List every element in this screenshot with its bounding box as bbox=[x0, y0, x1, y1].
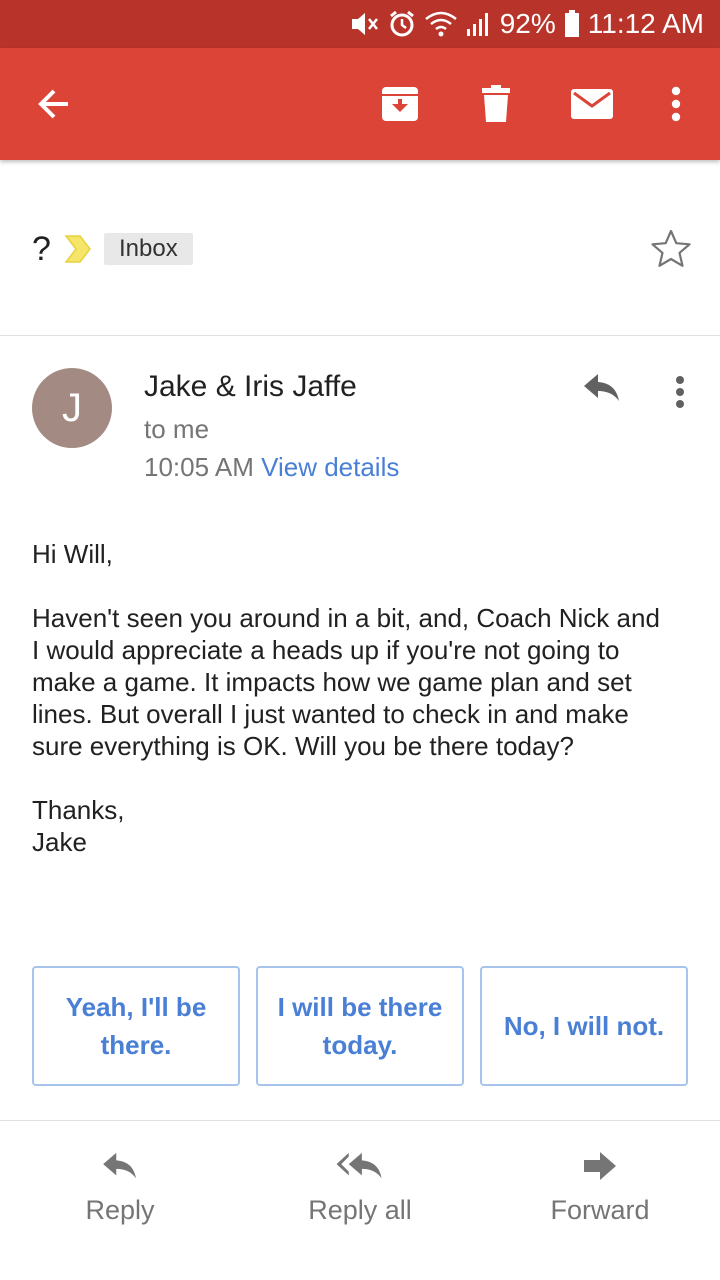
message-more-button[interactable] bbox=[658, 364, 702, 420]
body-line: I would appreciate a heads up if you're … bbox=[32, 635, 620, 665]
reply-button[interactable]: Reply bbox=[20, 1151, 220, 1251]
received-time: 10:05 AM bbox=[144, 452, 254, 482]
time-row: 10:05 AM View details bbox=[144, 452, 399, 483]
trash-icon bbox=[482, 85, 510, 122]
email-subject: ? bbox=[32, 230, 51, 268]
smart-reply-button[interactable]: I will be there today. bbox=[256, 966, 464, 1086]
reply-all-button[interactable]: Reply all bbox=[260, 1151, 460, 1251]
body-line: lines. But overall I just wanted to chec… bbox=[32, 699, 629, 729]
message-header: J Jake & Iris Jaffe to me 10:05 AM View … bbox=[0, 336, 720, 506]
back-button[interactable] bbox=[22, 72, 86, 136]
mute-icon bbox=[351, 13, 378, 35]
reply-all-icon bbox=[336, 1152, 382, 1179]
smart-replies: Yeah, I'll be there. I will be there tod… bbox=[32, 966, 688, 1086]
delete-button[interactable] bbox=[464, 72, 528, 136]
subject-row: ? Inbox bbox=[0, 160, 720, 336]
battery-icon bbox=[564, 10, 579, 37]
importance-marker-icon[interactable] bbox=[64, 234, 92, 264]
reply-inline-button[interactable] bbox=[574, 364, 630, 412]
forward-button[interactable]: Forward bbox=[500, 1151, 700, 1251]
star-icon[interactable] bbox=[650, 228, 692, 270]
mark-unread-button[interactable] bbox=[560, 72, 624, 136]
avatar[interactable]: J bbox=[32, 368, 112, 448]
more-vert-icon bbox=[676, 376, 684, 408]
recipient-line: to me bbox=[144, 414, 210, 444]
signal-icon bbox=[466, 13, 488, 36]
signature: Jake bbox=[32, 827, 87, 857]
greeting: Hi Will, bbox=[32, 539, 113, 569]
clock: 11:12 AM bbox=[587, 8, 704, 39]
reply-all-label: Reply all bbox=[308, 1195, 412, 1225]
reply-icon bbox=[584, 374, 619, 401]
status-bar: 92% 11:12 AM bbox=[0, 0, 720, 48]
battery-percentage: 92% bbox=[499, 8, 556, 39]
archive-icon bbox=[382, 87, 418, 121]
toolbar bbox=[0, 48, 720, 160]
body-line: sure everything is OK. Will you be there… bbox=[32, 731, 574, 761]
alarm-icon bbox=[389, 10, 414, 37]
smart-reply-button[interactable]: Yeah, I'll be there. bbox=[32, 966, 240, 1086]
more-options-button[interactable] bbox=[644, 72, 708, 136]
arrow-left-icon bbox=[38, 89, 68, 119]
bottom-actions: Reply Reply all Forward bbox=[0, 1120, 720, 1280]
mail-icon bbox=[571, 89, 613, 119]
inbox-label[interactable]: Inbox bbox=[104, 233, 193, 265]
view-details-link[interactable]: View details bbox=[261, 452, 399, 482]
forward-icon bbox=[584, 1152, 616, 1180]
forward-label: Forward bbox=[550, 1195, 650, 1225]
archive-button[interactable] bbox=[368, 72, 432, 136]
body-line: make a game. It impacts how we game plan… bbox=[32, 667, 632, 697]
closing: Thanks, Jake bbox=[32, 794, 692, 858]
body-paragraph: Haven't seen you around in a bit, and, C… bbox=[32, 602, 692, 762]
message-body: Hi Will, Haven't seen you around in a bi… bbox=[32, 538, 692, 858]
smart-reply-button[interactable]: No, I will not. bbox=[480, 966, 688, 1086]
wifi-icon bbox=[424, 11, 457, 37]
reply-label: Reply bbox=[85, 1195, 155, 1225]
more-vert-icon bbox=[671, 86, 681, 122]
sender-name: Jake & Iris Jaffe bbox=[144, 370, 357, 403]
reply-icon bbox=[103, 1152, 136, 1179]
signoff: Thanks, bbox=[32, 795, 125, 825]
body-line: Haven't seen you around in a bit, and, C… bbox=[32, 603, 660, 633]
